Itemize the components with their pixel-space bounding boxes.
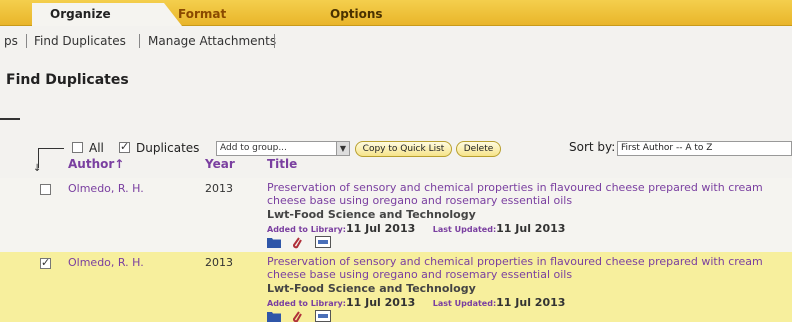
added-label: Added to Library: bbox=[267, 225, 346, 234]
tab-bar: Options Format Organize bbox=[0, 0, 792, 26]
results-toolbar: All Duplicates Add to group... ▼ Copy to… bbox=[0, 140, 792, 158]
subnav-separator bbox=[26, 34, 27, 48]
arrow-down-icon: ↓ bbox=[33, 163, 42, 174]
row-dates: Added to Library:11 Jul 2013 Last Update… bbox=[267, 296, 565, 309]
subnav-separator bbox=[139, 34, 140, 48]
row-author-link[interactable]: Olmedo, R. H. bbox=[68, 182, 144, 195]
select-all-label: All bbox=[89, 141, 104, 155]
sort-by-label: Sort by: bbox=[569, 140, 616, 154]
row-title-link[interactable]: Preservation of sensory and chemical pro… bbox=[267, 255, 787, 281]
row-author-link[interactable]: Olmedo, R. H. bbox=[68, 256, 144, 269]
row-journal: Lwt-Food Science and Technology bbox=[267, 208, 476, 221]
sort-arrow-icon: ↑ bbox=[114, 157, 125, 171]
select-all-checkbox[interactable] bbox=[72, 142, 83, 153]
divider bbox=[0, 118, 20, 120]
row-year: 2013 bbox=[205, 256, 233, 269]
row-journal: Lwt-Food Science and Technology bbox=[267, 282, 476, 295]
row-year: 2013 bbox=[205, 182, 233, 195]
row-title-link[interactable]: Preservation of sensory and chemical pro… bbox=[267, 181, 787, 207]
paperclip-icon[interactable] bbox=[291, 236, 303, 250]
dropdown-arrow-icon[interactable]: ▼ bbox=[336, 142, 349, 155]
record-icon[interactable] bbox=[315, 310, 331, 322]
selection-bracket bbox=[38, 148, 64, 149]
updated-value: 11 Jul 2013 bbox=[496, 296, 566, 309]
page-title: Find Duplicates bbox=[6, 72, 129, 88]
row-dates: Added to Library:11 Jul 2013 Last Update… bbox=[267, 222, 565, 235]
added-value: 11 Jul 2013 bbox=[345, 222, 416, 235]
folder-icon[interactable] bbox=[267, 236, 281, 248]
column-header-year[interactable]: Year bbox=[205, 157, 235, 171]
tab-options[interactable]: Options bbox=[312, 3, 482, 26]
updated-value: 11 Jul 2013 bbox=[496, 222, 566, 235]
column-author-label: Author bbox=[68, 157, 115, 171]
delete-button[interactable]: Delete bbox=[456, 141, 501, 157]
subnav-find-duplicates[interactable]: Find Duplicates bbox=[34, 30, 126, 52]
table-row: Olmedo, R. H. 2013 Preservation of senso… bbox=[0, 178, 792, 253]
updated-label: Last Updated: bbox=[432, 225, 497, 234]
table-row: Olmedo, R. H. 2013 Preservation of senso… bbox=[0, 252, 792, 322]
added-value: 11 Jul 2013 bbox=[345, 296, 416, 309]
added-label: Added to Library: bbox=[267, 299, 346, 308]
duplicates-label: Duplicates bbox=[136, 141, 200, 155]
copy-to-quick-list-button[interactable]: Copy to Quick List bbox=[355, 141, 452, 157]
column-header-title[interactable]: Title bbox=[267, 157, 297, 171]
paperclip-icon[interactable] bbox=[291, 310, 303, 322]
add-to-group-select[interactable]: Add to group... ▼ bbox=[216, 141, 350, 156]
subnav-separator bbox=[274, 34, 275, 48]
subnav-manage-attachments[interactable]: Manage Attachments bbox=[148, 30, 276, 52]
tab-format[interactable]: Format bbox=[160, 3, 320, 26]
duplicates-checkbox[interactable] bbox=[119, 140, 130, 153]
row-checkbox[interactable] bbox=[40, 184, 51, 195]
row-checkbox[interactable] bbox=[40, 256, 51, 269]
column-header-author[interactable]: Author↑ bbox=[68, 157, 124, 171]
sort-by-select[interactable]: First Author -- A to Z bbox=[617, 141, 792, 156]
record-icon[interactable] bbox=[315, 236, 331, 248]
tab-organize[interactable]: Organize bbox=[32, 3, 182, 26]
updated-label: Last Updated: bbox=[432, 299, 497, 308]
subnav-truncated-link[interactable]: ps bbox=[4, 30, 18, 52]
add-to-group-value: Add to group... bbox=[220, 143, 287, 153]
folder-icon[interactable] bbox=[267, 310, 281, 322]
